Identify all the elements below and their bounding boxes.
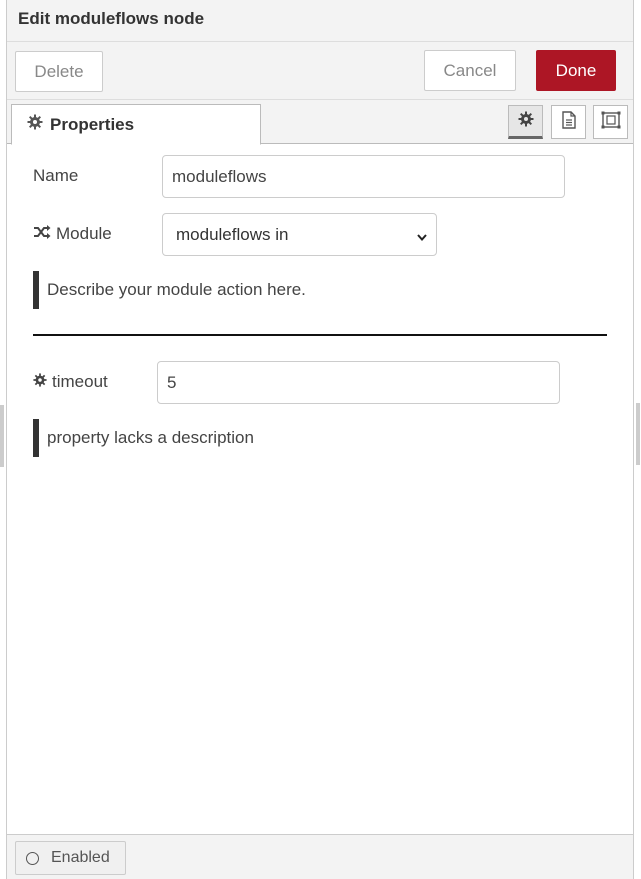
name-row: Name xyxy=(33,166,78,186)
gear-icon xyxy=(518,111,534,132)
gear-icon xyxy=(33,372,52,392)
document-icon xyxy=(561,110,577,134)
name-input[interactable]: moduleflows xyxy=(162,155,565,198)
module-description-text: Describe your module action here. xyxy=(47,280,306,299)
tab-bar: Properties xyxy=(7,100,633,145)
module-select-value: moduleflows in xyxy=(176,224,289,244)
tray-title: Edit moduleflows node xyxy=(18,9,205,28)
tab-node-properties[interactable] xyxy=(508,105,543,139)
enabled-toggle[interactable]: Enabled xyxy=(15,841,126,875)
edit-node-tray: Edit moduleflows node Delete Cancel Done… xyxy=(6,0,634,879)
description-bar xyxy=(33,271,39,309)
timeout-description-text: property lacks a description xyxy=(47,428,254,447)
done-button[interactable]: Done xyxy=(536,50,616,91)
tab-node-appearance[interactable] xyxy=(593,105,628,139)
gear-icon xyxy=(27,114,50,135)
timeout-description: property lacks a description xyxy=(33,419,254,457)
timeout-label: timeout xyxy=(52,372,108,391)
tray-footer: Enabled xyxy=(7,834,633,879)
enabled-label: Enabled xyxy=(51,849,110,866)
cancel-button[interactable]: Cancel xyxy=(424,50,516,91)
left-resize-handle[interactable] xyxy=(0,405,4,467)
shuffle-icon xyxy=(33,224,56,244)
description-bar xyxy=(33,419,39,457)
tab-properties-label: Properties xyxy=(50,114,135,134)
tab-node-description[interactable] xyxy=(551,105,586,139)
appearance-icon xyxy=(601,111,621,134)
name-label: Name xyxy=(33,166,79,185)
module-row: Module xyxy=(33,224,112,244)
chevron-down-icon xyxy=(416,228,428,248)
module-select[interactable]: moduleflows in xyxy=(162,213,437,256)
module-description: Describe your module action here. xyxy=(33,271,306,309)
module-label: Module xyxy=(56,224,112,243)
delete-button[interactable]: Delete xyxy=(15,51,103,92)
timeout-row: timeout xyxy=(33,372,108,392)
tab-properties[interactable]: Properties xyxy=(11,104,261,145)
circle-icon xyxy=(26,851,39,865)
tray-toolbar: Delete Cancel Done xyxy=(7,42,633,100)
right-resize-handle[interactable] xyxy=(636,403,640,465)
section-divider xyxy=(33,334,607,336)
timeout-input[interactable]: 5 xyxy=(157,361,560,404)
tray-header: Edit moduleflows node xyxy=(7,0,633,42)
